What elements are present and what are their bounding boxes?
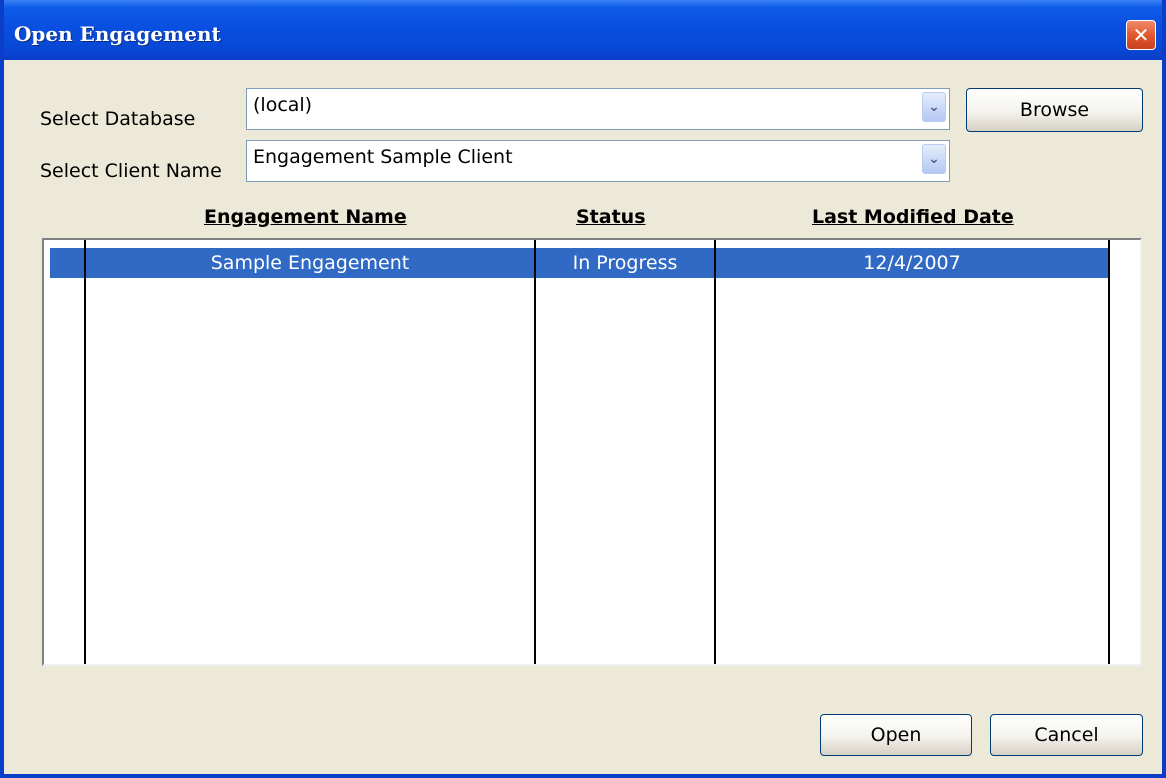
close-icon: ✕ — [1132, 23, 1150, 47]
select-client-name-label: Select Client Name — [40, 160, 222, 182]
client-name-value: Engagement Sample Client — [253, 146, 513, 168]
column-divider — [84, 240, 86, 664]
engagement-list[interactable]: Sample Engagement In Progress 12/4/2007 — [42, 238, 1142, 666]
cell-engagement-name[interactable]: Sample Engagement — [86, 248, 534, 278]
browse-button[interactable]: Browse — [966, 88, 1143, 132]
column-divider — [534, 240, 536, 664]
dialog-title: Open Engagement — [14, 22, 221, 46]
column-header-last-modified-date[interactable]: Last Modified Date — [812, 206, 1014, 228]
column-header-status[interactable]: Status — [576, 206, 646, 228]
cell-status[interactable]: In Progress — [536, 248, 714, 278]
close-button[interactable]: ✕ — [1126, 20, 1156, 50]
title-bar[interactable]: Open Engagement ✕ — [4, 0, 1162, 60]
column-divider — [714, 240, 716, 664]
open-engagement-dialog: Open Engagement ✕ Select Database (local… — [0, 0, 1166, 778]
cancel-button-label: Cancel — [1034, 724, 1099, 746]
column-header-engagement-name[interactable]: Engagement Name — [204, 206, 407, 228]
open-button-label: Open — [870, 724, 922, 746]
chevron-down-icon[interactable]: ⌄ — [922, 144, 946, 174]
open-button[interactable]: Open — [820, 714, 972, 756]
client-name-combobox[interactable]: Engagement Sample Client ⌄ — [246, 140, 950, 182]
cancel-button[interactable]: Cancel — [990, 714, 1143, 756]
database-combobox[interactable]: (local) ⌄ — [246, 88, 950, 130]
chevron-down-icon[interactable]: ⌄ — [922, 92, 946, 122]
cell-last-modified-date[interactable]: 12/4/2007 — [716, 248, 1108, 278]
column-divider — [1108, 240, 1110, 664]
database-value: (local) — [253, 94, 313, 116]
select-database-label: Select Database — [40, 108, 196, 130]
browse-button-label: Browse — [1019, 99, 1090, 121]
